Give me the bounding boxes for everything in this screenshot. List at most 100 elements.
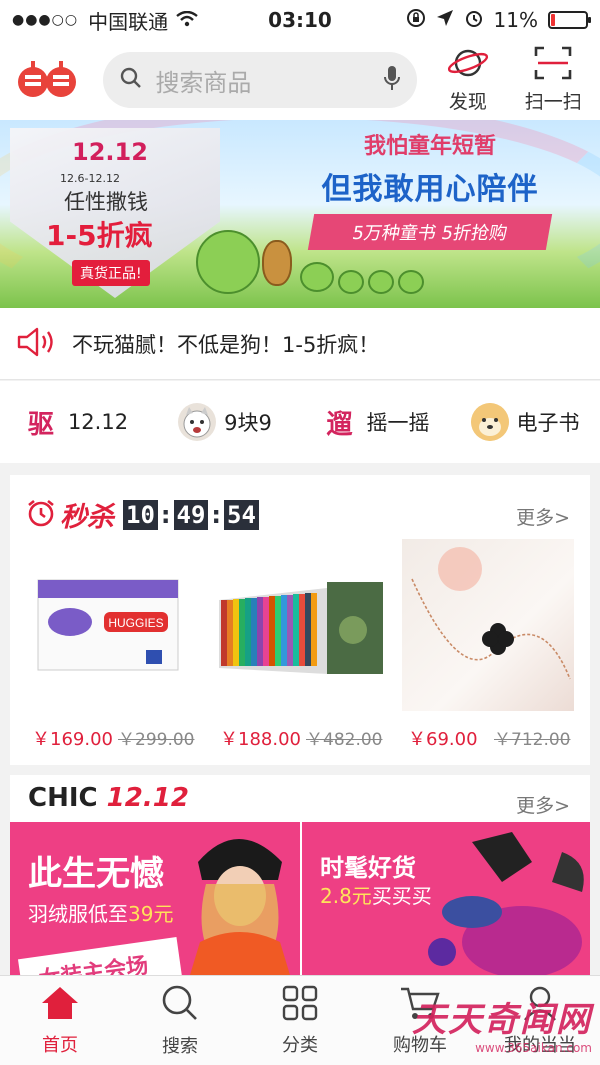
product-3-original-price: ￥712.00 xyxy=(494,730,571,750)
microphone-icon[interactable] xyxy=(383,64,401,96)
carrier-name: 中国联通 xyxy=(88,9,169,34)
shortcut-ebook[interactable]: 电子书 xyxy=(450,403,600,441)
chic-more-link[interactable]: 更多> xyxy=(516,791,570,818)
shortcut-1212-label: 12.12 xyxy=(67,410,129,434)
promo-banner[interactable]: 12.12 12.6-12.12 任性撒钱 1-5折疯 真货正品! 我怕童年短暂… xyxy=(0,120,600,308)
cartoon-pea-character xyxy=(398,270,424,294)
home-icon xyxy=(40,985,80,1025)
chic-title: CHIC 12.12 xyxy=(28,783,189,813)
product-2-price: ￥188.00 xyxy=(220,729,301,750)
flash-sale-more-link[interactable]: 更多> xyxy=(516,503,570,530)
banner-line2: 1-5折疯 xyxy=(46,219,153,252)
grid-icon xyxy=(282,985,318,1025)
shortcut-row: 驱 12.12 9块9 遛 摇一摇 电子书 xyxy=(0,381,600,463)
potato-character xyxy=(262,240,292,286)
banner-badge: 真货正品! xyxy=(72,260,150,286)
search-icon xyxy=(161,984,199,1026)
search-placeholder: 搜索商品 xyxy=(155,68,252,97)
signal-strength: ●●●○○ xyxy=(12,12,79,28)
app-screen: ●●●○○ 中国联通 03:10 11% 搜索商品 发现 扫一扫 12.12 1… xyxy=(0,0,600,1065)
shortcut-1212-icon: 驱 xyxy=(27,409,54,440)
shortcut-ebook-label: 电子书 xyxy=(516,411,580,435)
flash-sale-header: 秒杀 10:49:54 xyxy=(26,495,260,534)
tile1-venue-ribbon: 女装主会场 xyxy=(17,937,183,975)
countdown-minutes: 49 xyxy=(173,499,209,530)
scan-button[interactable]: 扫一扫 xyxy=(519,45,588,115)
tile2-headline: 时髦好货 xyxy=(320,854,416,882)
discover-label: 发现 xyxy=(448,91,487,113)
product-1-price: ￥169.00 xyxy=(32,729,113,750)
cartoon-pea-character xyxy=(196,230,260,294)
watermark-title: 天天奇闻网 xyxy=(412,1000,592,1040)
tile1-headline: 此生无憾 xyxy=(28,854,164,894)
countdown-seconds: 54 xyxy=(224,499,259,530)
product-1-original-price: ￥299.00 xyxy=(118,730,195,750)
bottom-tab-bar: 首页 搜索 分类 购物车 我的当当 天天奇闻网 www.365aikan.com xyxy=(0,975,600,1065)
battery-icon xyxy=(548,11,591,29)
search-icon xyxy=(119,66,143,94)
status-bar: ●●●○○ 中国联通 03:10 11% xyxy=(0,0,600,40)
announcement-bar[interactable]: 不玩猫腻！不低是狗！1-5折疯！ xyxy=(0,308,600,380)
cat-avatar-icon xyxy=(178,403,217,441)
alarm-clock-icon xyxy=(26,498,56,532)
countdown-hours: 10 xyxy=(123,499,158,530)
chic-section: CHIC 12.12 更多> 此生无憾 羽绒服低至39元 女装主会场 时髦好货 … xyxy=(10,775,590,975)
tile1-subline: 羽绒服低至39元 xyxy=(28,902,174,926)
tab-category-label: 分类 xyxy=(282,1034,318,1056)
banner-right-line2: 但我敢用心陪伴 xyxy=(321,172,539,207)
scan-icon xyxy=(534,46,572,85)
chic-tile-trendy[interactable]: 时髦好货 2.8元买买买 xyxy=(302,822,590,975)
alarm-icon xyxy=(464,8,484,33)
banner-line1: 任性撒钱 xyxy=(64,190,148,214)
countdown-timer: 10:49:54 xyxy=(122,499,260,530)
cartoon-pea-character xyxy=(368,270,394,294)
announcement-text: 不玩猫腻！不低是狗！1-5折疯！ xyxy=(72,332,380,357)
tab-home[interactable]: 首页 xyxy=(0,976,120,1065)
doge-avatar-icon xyxy=(470,403,509,441)
flash-sale-card: 秒杀 10:49:54 更多> HUGGIES ￥169.00 ￥299.00 xyxy=(10,475,590,765)
product-3-price: ￥69.00 xyxy=(408,729,478,750)
cartoon-pea-character xyxy=(300,262,334,292)
banner-right-line3: 5万种童书 5折抢购 xyxy=(307,214,553,250)
flash-sale-title: 秒杀 xyxy=(60,502,114,533)
banner-date-big: 12.12 xyxy=(72,138,148,166)
shortcut-shake-label: 摇一摇 xyxy=(366,411,430,435)
product-diapers[interactable]: HUGGIES xyxy=(22,539,194,711)
shortcut-99[interactable]: 9块9 xyxy=(150,403,300,441)
banner-right-promo: 我怕童年短暂 但我敢用心陪伴 5万种童书 5折抢购 xyxy=(270,128,590,250)
battery-percentage: 11% xyxy=(493,8,538,32)
shortcut-99-label: 9块9 xyxy=(224,411,272,435)
battery-level xyxy=(551,14,555,26)
product-book-set[interactable] xyxy=(214,539,386,711)
rotation-lock-icon xyxy=(406,8,426,33)
status-time: 03:10 xyxy=(268,8,332,32)
banner-right-line1: 我怕童年短暂 xyxy=(363,134,496,159)
search-bar[interactable]: 搜索商品 xyxy=(103,52,418,108)
watermark-url: www.365aikan.com xyxy=(475,1041,592,1055)
accessories-photo xyxy=(428,832,584,975)
site-watermark: 天天奇闻网 www.365aikan.com xyxy=(412,992,592,1055)
shortcut-shake[interactable]: 遛 摇一摇 xyxy=(300,403,450,441)
location-arrow-icon xyxy=(436,8,454,32)
tab-category[interactable]: 分类 xyxy=(240,976,360,1065)
model-photo xyxy=(190,839,290,975)
scan-label: 扫一扫 xyxy=(524,91,582,113)
shortcut-1212[interactable]: 驱 12.12 xyxy=(0,403,150,441)
chic-tile-womens[interactable]: 此生无憾 羽绒服低至39元 女装主会场 xyxy=(10,822,300,975)
cartoon-pea-character xyxy=(338,270,364,294)
wifi-icon xyxy=(176,8,198,32)
top-header: 搜索商品 发现 扫一扫 xyxy=(0,40,600,120)
shortcut-shake-icon: 遛 xyxy=(326,409,353,440)
chic-title-a: CHIC xyxy=(28,783,98,813)
tab-home-label: 首页 xyxy=(42,1034,78,1056)
product-necklace[interactable] xyxy=(402,539,574,711)
tab-search[interactable]: 搜索 xyxy=(120,976,240,1065)
product-brand-text: HUGGIES xyxy=(108,616,163,630)
banner-date-range: 12.6-12.12 xyxy=(60,172,120,185)
discover-button[interactable]: 发现 xyxy=(433,45,502,115)
dangdang-logo[interactable] xyxy=(12,50,81,110)
product-2-original-price: ￥482.00 xyxy=(306,730,383,750)
banner-left-promo: 12.12 12.6-12.12 任性撒钱 1-5折疯 真货正品! xyxy=(10,128,220,298)
chic-title-b: 12.12 xyxy=(106,783,189,813)
planet-icon xyxy=(446,46,490,85)
